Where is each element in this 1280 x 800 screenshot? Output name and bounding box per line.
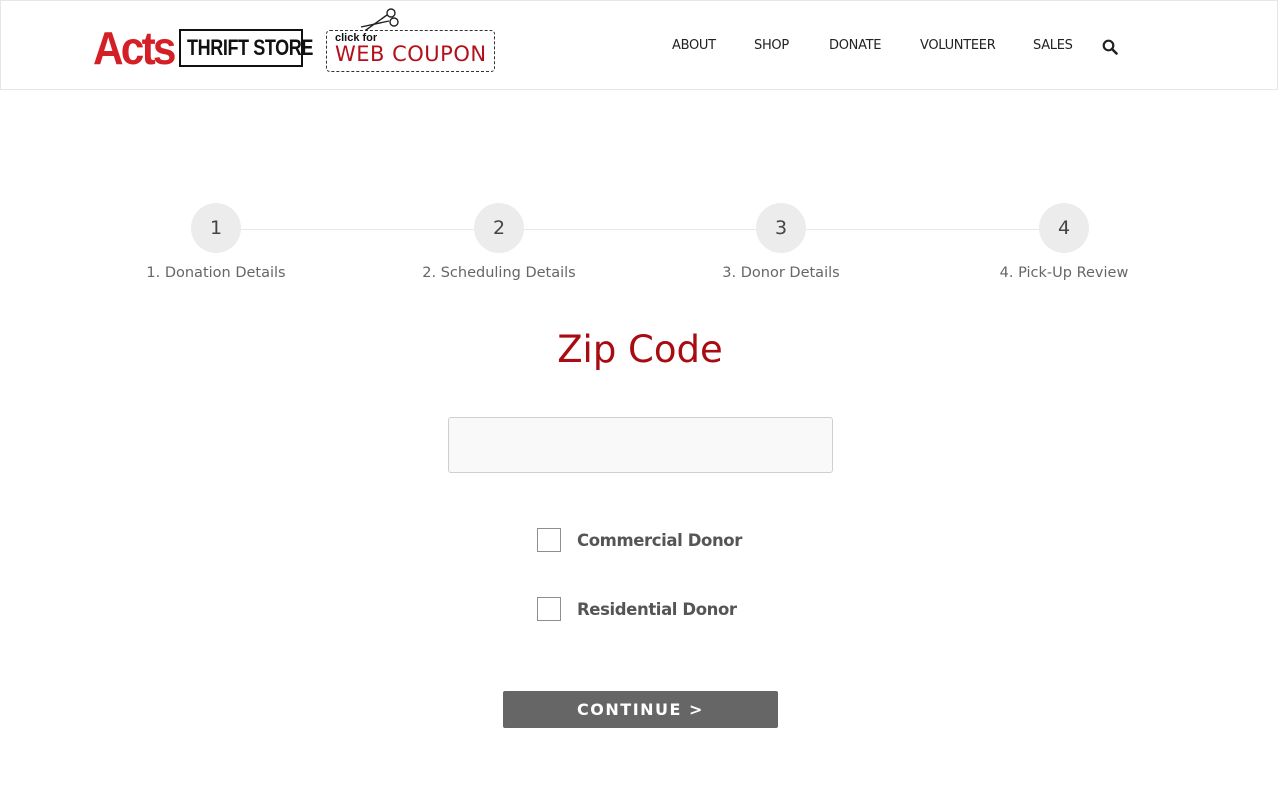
- logo-subtitle-box: THRIFT STORE: [178, 28, 313, 67]
- commercial-donor-option[interactable]: Commercial Donor: [537, 528, 742, 552]
- step-4-label: 4. Pick-Up Review: [999, 265, 1129, 281]
- nav-about[interactable]: ABOUT: [672, 38, 716, 53]
- acts-thrift-store-logo[interactable]: Acts THRIFT STORE: [93, 21, 313, 74]
- nav-volunteer[interactable]: VOLUNTEER: [920, 38, 996, 53]
- logo-brand: Acts: [93, 21, 176, 74]
- coupon-title: WEB COUPON: [335, 42, 487, 66]
- residential-donor-option[interactable]: Residential Donor: [537, 597, 737, 621]
- step-1-circle: 1: [191, 203, 241, 253]
- nav-sales[interactable]: SALES: [1033, 38, 1073, 53]
- nav-shop[interactable]: SHOP: [754, 38, 789, 53]
- site-header: Acts THRIFT STORE click for WEB COUPON A…: [0, 0, 1278, 90]
- progress-line: [216, 229, 1064, 230]
- web-coupon-link[interactable]: click for WEB COUPON: [326, 30, 495, 72]
- commercial-donor-checkbox[interactable]: [537, 528, 561, 552]
- zip-code-heading: Zip Code: [557, 328, 723, 371]
- step-1-label: 1. Donation Details: [146, 265, 286, 281]
- step-2-circle: 2: [474, 203, 524, 253]
- step-4-circle: 4: [1039, 203, 1089, 253]
- logo-subtitle: THRIFT STORE: [186, 34, 313, 60]
- zip-code-input[interactable]: [448, 417, 833, 473]
- residential-donor-label[interactable]: Residential Donor: [577, 600, 737, 619]
- nav-donate[interactable]: DONATE: [829, 38, 882, 53]
- commercial-donor-label[interactable]: Commercial Donor: [577, 531, 742, 550]
- step-3-label: 3. Donor Details: [722, 265, 840, 281]
- continue-button[interactable]: CONTINUE >: [503, 691, 778, 728]
- search-icon[interactable]: [1102, 39, 1118, 55]
- step-2-label: 2. Scheduling Details: [422, 265, 576, 281]
- residential-donor-checkbox[interactable]: [537, 597, 561, 621]
- step-3-circle: 3: [756, 203, 806, 253]
